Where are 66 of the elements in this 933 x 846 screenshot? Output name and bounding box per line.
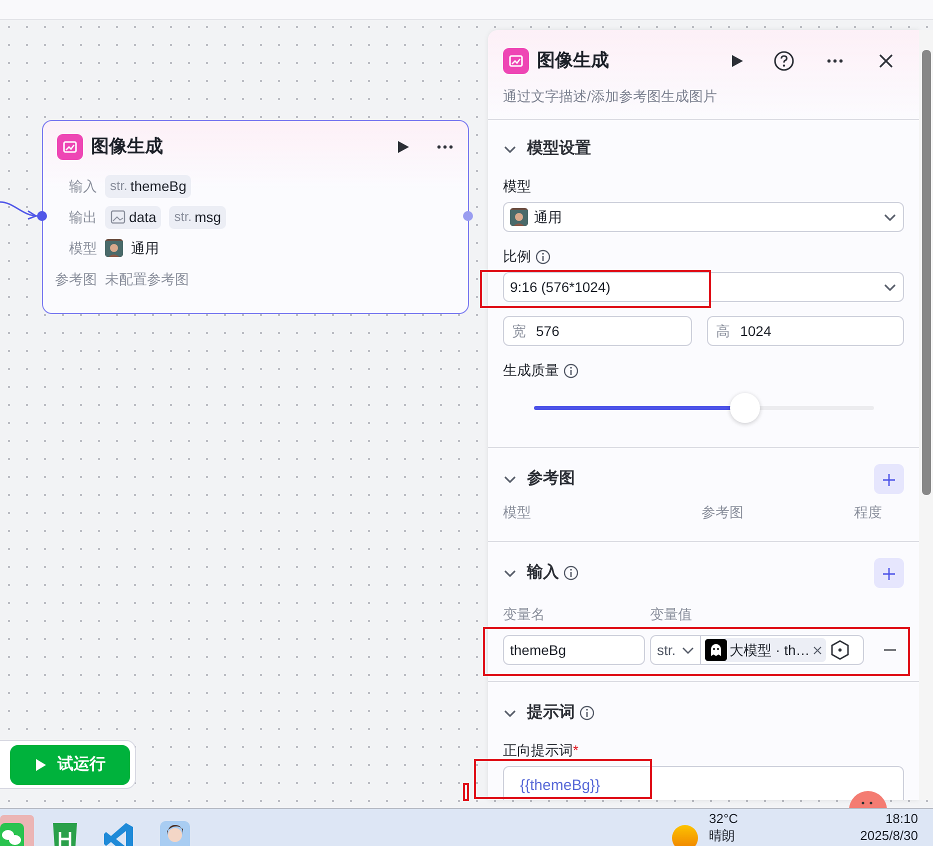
workflow-node[interactable]: 图像生成 输入 str. themeBg 输出 data str. msg 模型 通用 参考图 未配置参考图: [42, 120, 469, 314]
width-field[interactable]: 宽 576: [503, 316, 692, 346]
clock-date: 2025/8/30: [860, 828, 918, 844]
play-icon[interactable]: [730, 54, 744, 68]
mascot-icon[interactable]: [848, 790, 888, 808]
section-title: 参考图: [527, 468, 575, 489]
variable-tag: str. msg: [169, 206, 226, 228]
section-title: 提示词: [527, 702, 575, 723]
info-icon: [563, 362, 579, 378]
variable-name-field[interactable]: themeBg: [503, 635, 645, 665]
source-tag[interactable]: 大模型 · th…: [704, 638, 826, 662]
weather-text: 晴朗: [709, 828, 735, 844]
info-icon: [563, 565, 579, 581]
image-icon: [110, 209, 126, 225]
image-generation-icon: [503, 48, 529, 74]
image-generation-icon: [57, 134, 83, 160]
panel-title: 图像生成: [537, 49, 610, 72]
node-title: 图像生成: [91, 135, 164, 158]
temperature-text: 32°C: [709, 811, 738, 827]
slider-thumb[interactable]: [730, 393, 760, 423]
info-icon: [535, 248, 551, 264]
close-icon[interactable]: [878, 52, 894, 68]
add-button[interactable]: [874, 464, 904, 494]
empty-value: 未配置参考图: [105, 270, 189, 288]
height-field[interactable]: 高 1024: [707, 316, 904, 346]
field-label: 模型: [503, 177, 532, 196]
section-title: 输入: [527, 562, 559, 583]
variable-value-field[interactable]: str. 大模型 · th…: [650, 635, 864, 665]
play-icon: [34, 759, 46, 771]
column-header: 变量值: [650, 605, 693, 624]
type-select[interactable]: str.: [651, 636, 701, 664]
ghost-icon: [704, 639, 727, 661]
field-label: 参考图: [54, 270, 97, 288]
column-header: 程度: [854, 503, 882, 522]
remove-icon[interactable]: [812, 646, 822, 654]
input-port[interactable]: [37, 211, 47, 221]
model-select[interactable]: 通用: [503, 202, 904, 232]
connector-arrow: [0, 199, 40, 221]
variable-tag: str. themeBg: [105, 174, 192, 198]
column-header: 变量名: [503, 605, 546, 624]
variable-tag: data: [105, 206, 162, 228]
column-header: 模型: [503, 503, 531, 522]
field-label: 输入: [68, 176, 97, 196]
plus-icon: [882, 472, 896, 487]
column-header: 参考图: [702, 503, 744, 522]
required-mark: *: [573, 741, 578, 760]
field-label: 比例: [503, 247, 531, 266]
avatar-icon: [510, 208, 528, 226]
avatar-icon: [105, 239, 123, 257]
panel-description: 通过文字描述/添加参考图生成图片: [503, 87, 718, 106]
plus-icon: [882, 566, 896, 581]
section-title: 模型设置: [527, 138, 591, 159]
field-label: 模型: [68, 238, 97, 258]
add-button[interactable]: [874, 558, 904, 588]
clock-time: 18:10: [885, 811, 918, 827]
info-icon: [579, 705, 595, 721]
weather-icon: [672, 825, 698, 846]
play-icon[interactable]: [396, 140, 410, 154]
variable-picker-icon[interactable]: [830, 640, 850, 660]
ratio-select[interactable]: 9:16 (576*1024): [503, 272, 904, 302]
help-icon[interactable]: [774, 50, 794, 70]
model-name: 通用: [131, 238, 159, 258]
field-label: 正向提示词: [503, 741, 573, 760]
field-label: 生成质量: [503, 361, 559, 380]
prompt-field[interactable]: {{themeBg}}: [503, 766, 904, 800]
field-label: 输出: [68, 208, 97, 226]
